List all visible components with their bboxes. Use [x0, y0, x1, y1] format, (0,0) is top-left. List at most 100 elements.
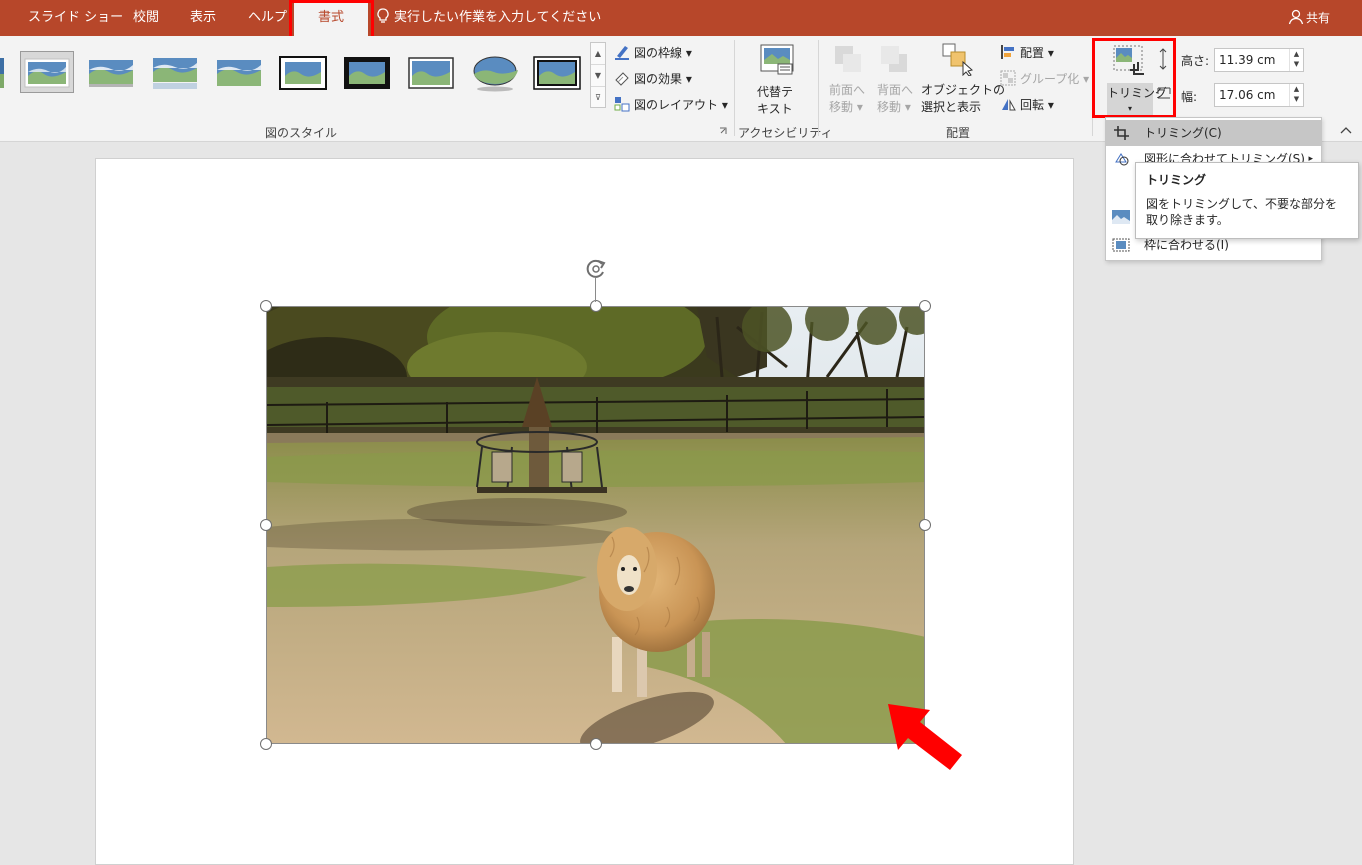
selection-pane-button[interactable]: オブジェクトの 選択と表示 — [921, 82, 1005, 116]
crop-small-icon — [1114, 126, 1129, 140]
bring-forward-label-2: 移動 ▾ — [829, 100, 863, 114]
share-button[interactable]: 共有 — [1288, 0, 1330, 36]
width-value: 17.06 cm — [1219, 88, 1276, 102]
picture-effects-icon — [615, 72, 629, 86]
menu-item-crop-label: トリミング(C) — [1144, 126, 1222, 140]
picture-effects-label: 図の効果 — [634, 72, 683, 86]
resize-handle-top[interactable] — [590, 300, 602, 312]
picture-style-thumb[interactable] — [279, 54, 327, 92]
height-arrow-icon — [1159, 48, 1167, 70]
picture-layout-icon — [614, 97, 630, 112]
picture-border-button[interactable]: 図の枠線 ▾ — [634, 44, 692, 61]
selection-pane-label-1: オブジェクトの — [921, 83, 1006, 97]
picture-effects-button[interactable]: 図の効果 ▾ — [634, 70, 692, 87]
bring-forward-label-2-text: 移動 — [829, 100, 854, 114]
group-separator — [1092, 40, 1093, 136]
bring-forward-icon — [835, 46, 861, 72]
group-label-picture-styles: 図のスタイル — [265, 126, 338, 140]
share-label: 共有 — [1306, 11, 1331, 25]
fill-picture-icon — [1112, 210, 1130, 224]
send-backward-label-2-text: 移動 — [877, 100, 902, 114]
rotate-handle-icon[interactable] — [583, 256, 609, 282]
alt-text-button[interactable]: 代替テ キスト — [757, 83, 793, 117]
gallery-scroll[interactable]: ▲ ▼ ⊽ — [590, 42, 606, 108]
bring-forward-button[interactable]: 前面へ 移動 ▾ — [829, 82, 865, 116]
group-label-arrange: 配置 — [946, 126, 971, 140]
menu-item-crop[interactable]: トリミング(C) — [1106, 120, 1321, 146]
fit-icon — [1112, 238, 1130, 252]
group-separator — [734, 40, 735, 136]
gallery-up-icon[interactable]: ▲ — [591, 43, 605, 65]
height-input[interactable]: 11.39 cm ▲ ▼ — [1214, 48, 1304, 72]
tell-me-search[interactable]: 実行したい作業を入力してください — [376, 0, 601, 36]
crop-chevron-down-icon: ▾ — [1127, 104, 1132, 113]
width-label: 幅: — [1181, 90, 1198, 104]
alt-text-label-2: キスト — [757, 102, 793, 116]
height-label: 高さ: — [1181, 54, 1210, 68]
send-backward-icon — [881, 46, 907, 72]
crop-button[interactable]: トリミング ▾ — [1107, 83, 1168, 119]
width-input[interactable]: 17.06 cm ▲ ▼ — [1214, 83, 1304, 107]
resize-handle-top-right[interactable] — [919, 300, 931, 312]
group-icon — [1000, 70, 1016, 86]
gallery-down-icon[interactable]: ▼ — [591, 65, 605, 87]
picture-layout-button[interactable]: 図のレイアウト ▾ — [634, 96, 728, 113]
sheep-photo-image — [267, 307, 924, 743]
person-icon — [1288, 9, 1304, 25]
align-button[interactable]: 配置 ▾ — [1020, 44, 1054, 61]
resize-handle-bottom-left[interactable] — [260, 738, 272, 750]
crop-icon — [1113, 45, 1144, 75]
rotate-button[interactable]: 回転 ▾ — [1020, 96, 1054, 113]
height-value: 11.39 cm — [1219, 53, 1276, 67]
send-backward-button[interactable]: 背面へ 移動 ▾ — [877, 82, 913, 116]
crop-label: トリミング — [1107, 86, 1168, 100]
send-backward-label-1: 背面へ — [877, 83, 914, 97]
sheep-photo[interactable] — [266, 306, 925, 744]
resize-handle-right[interactable] — [919, 519, 931, 531]
send-backward-label-2: 移動 ▾ — [877, 100, 911, 114]
resize-handle-bottom[interactable] — [590, 738, 602, 750]
picture-style-thumb[interactable] — [151, 54, 199, 92]
align-label: 配置 — [1020, 46, 1045, 60]
tooltip-title: トリミング — [1146, 173, 1207, 187]
height-stepper[interactable]: ▲ ▼ — [1289, 49, 1303, 71]
picture-style-thumb[interactable] — [215, 54, 263, 92]
picture-style-thumb[interactable] — [343, 54, 391, 92]
picture-style-thumb[interactable] — [0, 54, 6, 92]
red-arrow-annotation — [888, 704, 962, 770]
picture-style-thumb[interactable] — [23, 54, 71, 92]
resize-handle-top-left[interactable] — [260, 300, 272, 312]
bring-forward-label-1: 前面へ — [829, 83, 866, 97]
picture-border-icon — [615, 46, 629, 60]
title-tab-bar: スライド ショー 校閲 表示 ヘルプ 書式 実行したい作業を入力してください 共… — [0, 0, 1362, 36]
tab-help[interactable]: ヘルプ — [248, 0, 287, 36]
picture-style-thumb[interactable] — [407, 54, 455, 92]
selection-pane-label-2: 選択と表示 — [921, 100, 982, 114]
dialog-launcher-icon[interactable] — [719, 127, 727, 135]
align-icon — [1001, 45, 1014, 59]
width-arrow-icon — [1157, 87, 1171, 99]
tab-format[interactable]: 書式 — [294, 3, 368, 36]
tab-slideshow[interactable]: スライド ショー — [28, 0, 123, 36]
picture-style-thumb[interactable] — [471, 54, 519, 92]
picture-style-thumb[interactable] — [87, 54, 135, 92]
tab-view[interactable]: 表示 — [190, 0, 216, 36]
rotate-label: 回転 — [1020, 98, 1045, 112]
resize-handle-left[interactable] — [260, 519, 272, 531]
tab-review[interactable]: 校閲 — [133, 0, 159, 36]
tell-me-label: 実行したい作業を入力してください — [394, 10, 602, 25]
lightbulb-icon — [377, 8, 389, 23]
picture-border-label: 図の枠線 — [634, 46, 683, 60]
picture-layout-label: 図のレイアウト — [634, 98, 719, 112]
shape-icon — [1115, 153, 1129, 166]
tooltip-body: 図をトリミングして、不要な部分を取り除きます。 — [1146, 197, 1338, 227]
picture-style-thumb[interactable] — [533, 54, 581, 92]
group-button[interactable]: グループ化 ▾ — [1020, 70, 1089, 87]
crop-tooltip: トリミング 図をトリミングして、不要な部分を取り除きます。 — [1135, 162, 1359, 239]
gallery-more-icon[interactable]: ⊽ — [591, 87, 605, 109]
group-separator — [818, 40, 819, 136]
selection-pane-icon — [942, 43, 974, 76]
rotate-icon — [1002, 99, 1016, 111]
width-stepper[interactable]: ▲ ▼ — [1289, 84, 1303, 106]
collapse-ribbon-icon[interactable] — [1340, 126, 1352, 134]
